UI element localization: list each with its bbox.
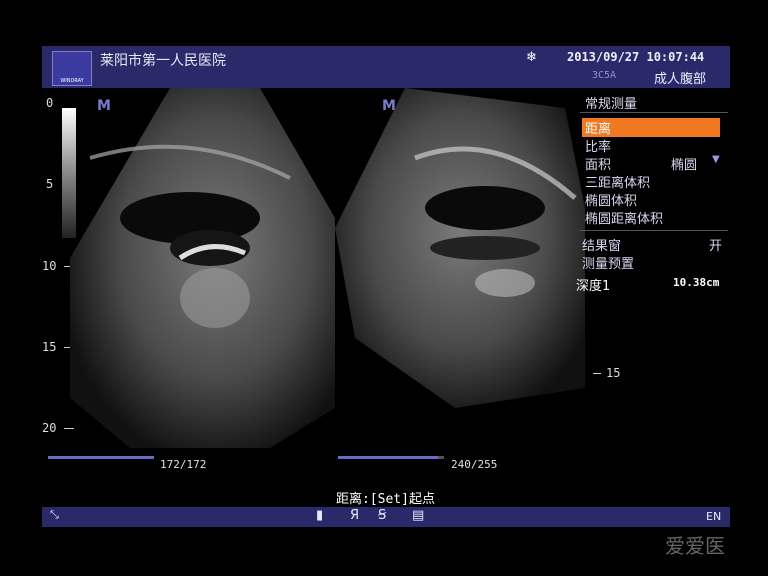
menu-title: 常规测量	[585, 97, 638, 112]
depth-label: 0	[46, 96, 54, 110]
top-bar: WINDRAY 莱阳市第一人民医院 ❄ 2013/09/27 10:07:44 …	[42, 46, 730, 88]
area-mode-value[interactable]: 椭圆	[671, 154, 697, 173]
snowflake-icon[interactable]: ❄	[526, 50, 537, 65]
ultrasound-image-left[interactable]	[70, 88, 335, 448]
status-caption: 距离:[Set]起点	[336, 492, 435, 507]
watermark: 爱爱医	[665, 534, 725, 558]
result-window-label[interactable]: 结果窗	[582, 235, 621, 254]
depth-result-value: 10.38cm	[673, 276, 720, 289]
menu-item-three-distance-volume[interactable]: 三距离体积	[585, 172, 650, 191]
probe-icon[interactable]: ▮	[316, 508, 323, 523]
hospital-name: 莱阳市第一人民医院	[100, 53, 226, 69]
menu-item-ellipse-volume[interactable]: 椭圆体积	[585, 190, 637, 209]
cine-slider-fill-right	[338, 456, 438, 459]
depth-tick	[593, 373, 601, 374]
depth-label: 5	[46, 177, 54, 191]
probe-label: 3C5A	[592, 70, 617, 81]
divider	[580, 112, 728, 113]
cine-counter-right: 240/255	[451, 458, 498, 471]
ultrasound-image-right[interactable]	[335, 88, 585, 408]
cursor-icon[interactable]: ⤡	[50, 508, 59, 522]
cine-slider-fill-left	[48, 456, 154, 459]
bottom-bar: ⤡ ▮ Я Ꞩ ▤ EN	[42, 507, 730, 527]
depth-label: 15	[42, 340, 57, 354]
measurement-preset[interactable]: 测量预置	[582, 253, 634, 272]
logo: WINDRAY	[52, 51, 92, 86]
menu-item-area[interactable]: 面积	[585, 154, 611, 173]
depth-label: 20	[42, 421, 57, 435]
menu-item-ratio[interactable]: 比率	[585, 136, 611, 155]
menu-item-ellipse-distance-volume[interactable]: 椭圆距离体积	[585, 208, 663, 227]
divider	[580, 230, 728, 231]
chevron-down-icon[interactable]: ▼	[712, 154, 720, 165]
datetime: 2013/09/27 10:07:44	[567, 50, 705, 64]
language-indicator[interactable]: EN	[706, 510, 721, 523]
menu-item-distance[interactable]: 距离	[582, 118, 720, 137]
flip-left-icon[interactable]: Я	[350, 508, 359, 523]
exam-preset[interactable]: 成人腹部	[654, 68, 706, 87]
depth-result-label: 深度1	[576, 279, 611, 294]
report-icon[interactable]: ▤	[412, 508, 424, 523]
result-window-value[interactable]: 开	[709, 235, 722, 254]
depth-label: 10	[42, 259, 57, 273]
cine-counter-left: 172/172	[160, 458, 207, 471]
flip-right-icon[interactable]: Ꞩ	[378, 508, 386, 523]
logo-text: WINDRAY	[60, 78, 84, 84]
right-depth-label: 15	[606, 366, 621, 380]
